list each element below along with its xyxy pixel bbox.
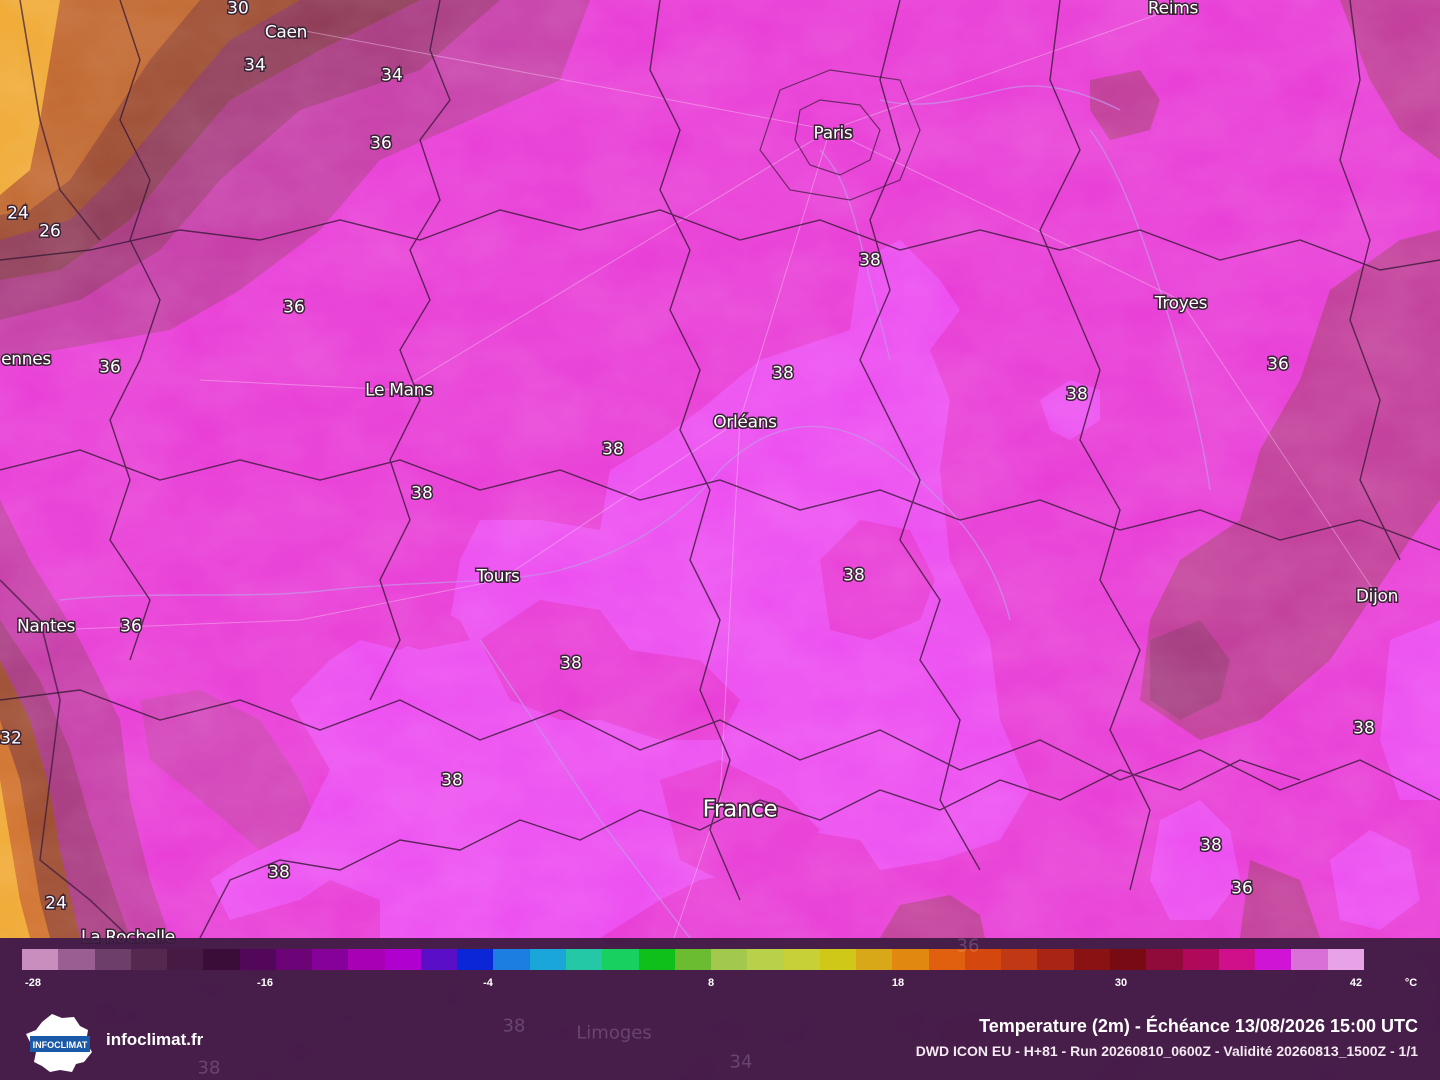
logo-text: INFOCLIMAT (33, 1040, 88, 1050)
map-ghost-label: Limoges (576, 1022, 652, 1044)
city-rennes: ennes (0, 349, 53, 370)
color-swatch (783, 949, 820, 970)
color-swatch (1255, 949, 1292, 970)
color-swatch (1109, 949, 1147, 970)
temperature-map[interactable] (0, 0, 1440, 1080)
color-swatch (1327, 949, 1364, 970)
map-ghost-label: 36 (956, 935, 980, 957)
isotherm-label: 38 (1199, 835, 1224, 856)
color-swatch (1073, 949, 1110, 970)
relief-shading (0, 0, 1440, 1080)
color-swatch (674, 949, 712, 970)
isotherm-label: 38 (440, 770, 465, 791)
city-reims: Reims (1146, 0, 1199, 19)
isotherm-label: 24 (6, 203, 31, 224)
color-swatch (1146, 949, 1183, 970)
color-swatch (711, 949, 748, 970)
city-orleans: Orléans (712, 412, 779, 433)
map-title: Temperature (2m) - Échéance 13/08/2026 1… (979, 1016, 1418, 1036)
map-ghost-label: 38 (197, 1057, 221, 1079)
isotherm-label: 30 (226, 0, 251, 19)
scale-tick: 30 (1114, 977, 1128, 989)
isotherm-label: 38 (410, 483, 435, 504)
legend-panel: -28 -16 -4 8 18 30 42 °C Limoges 36 38 3… (0, 935, 1440, 1080)
color-swatch (1291, 949, 1328, 970)
isotherm-label: 36 (1230, 878, 1255, 899)
isotherm-label: 38 (1065, 384, 1090, 405)
map-ghost-label: 38 (502, 1015, 526, 1037)
scale-tick: 42 (1349, 977, 1363, 989)
scale-tick: -28 (25, 977, 41, 989)
isotherm-label: 36 (119, 616, 144, 637)
map-subtitle: DWD ICON EU - H+81 - Run 20260810_0600Z … (915, 1043, 1418, 1059)
scale-tick: -16 (257, 977, 273, 989)
city-troyes: Troyes (1153, 293, 1209, 314)
infoclimat-logo[interactable]: INFOCLIMAT (22, 1012, 98, 1074)
scale-tick: 8 (707, 977, 715, 989)
color-swatch (167, 949, 204, 970)
isotherm-label: 36 (282, 297, 307, 318)
color-swatch (1001, 949, 1038, 970)
color-swatch (565, 949, 603, 970)
color-swatch (275, 949, 313, 970)
color-swatch (58, 949, 95, 970)
color-swatch (747, 949, 784, 970)
city-caen: Caen (263, 22, 309, 43)
country-france: France (701, 796, 779, 823)
map-ghost-label: 34 (729, 1051, 753, 1073)
color-swatch (638, 949, 675, 970)
color-swatch (94, 949, 131, 970)
color-scale (22, 949, 1364, 970)
scale-tick: 18 (891, 977, 905, 989)
color-swatch (22, 949, 59, 970)
color-swatch (130, 949, 168, 970)
isotherm-label: 38 (771, 363, 796, 384)
isotherm-label: 24 (44, 893, 69, 914)
isotherm-label: 36 (369, 133, 394, 154)
color-swatch (892, 949, 929, 970)
site-name[interactable]: infoclimat.fr (106, 1030, 203, 1050)
isotherm-label: 38 (1352, 718, 1377, 739)
color-swatch (529, 949, 566, 970)
isotherm-label: 38 (858, 250, 883, 271)
color-swatch (457, 949, 494, 970)
color-swatch (1037, 949, 1074, 970)
city-dijon: Dijon (1354, 586, 1400, 607)
isotherm-label: 38 (842, 565, 867, 586)
color-swatch (239, 949, 276, 970)
color-swatch (312, 949, 349, 970)
city-le-mans: Le Mans (364, 380, 435, 401)
color-swatch (1182, 949, 1219, 970)
isotherm-label: 34 (380, 65, 405, 86)
isotherm-label: 36 (98, 357, 123, 378)
color-swatch (493, 949, 530, 970)
isotherm-label: 38 (601, 439, 626, 460)
isotherm-label: 34 (243, 55, 268, 76)
color-swatch (856, 949, 893, 970)
color-swatch (420, 949, 458, 970)
isotherm-label: 38 (559, 653, 584, 674)
color-swatch (384, 949, 421, 970)
color-swatch (203, 949, 240, 970)
isotherm-label: 38 (267, 862, 292, 883)
isotherm-label: 32 (0, 728, 23, 749)
color-swatch (348, 949, 385, 970)
city-tours: Tours (475, 566, 521, 587)
scale-tick: -4 (483, 977, 493, 989)
isotherm-label: 36 (1266, 354, 1291, 375)
isotherm-label: 26 (38, 221, 63, 242)
color-swatch (1218, 949, 1256, 970)
scale-unit: °C (1404, 977, 1418, 989)
color-swatch (602, 949, 639, 970)
city-paris: Paris (812, 123, 854, 144)
color-swatch (819, 949, 857, 970)
city-nantes: Nantes (15, 616, 76, 637)
